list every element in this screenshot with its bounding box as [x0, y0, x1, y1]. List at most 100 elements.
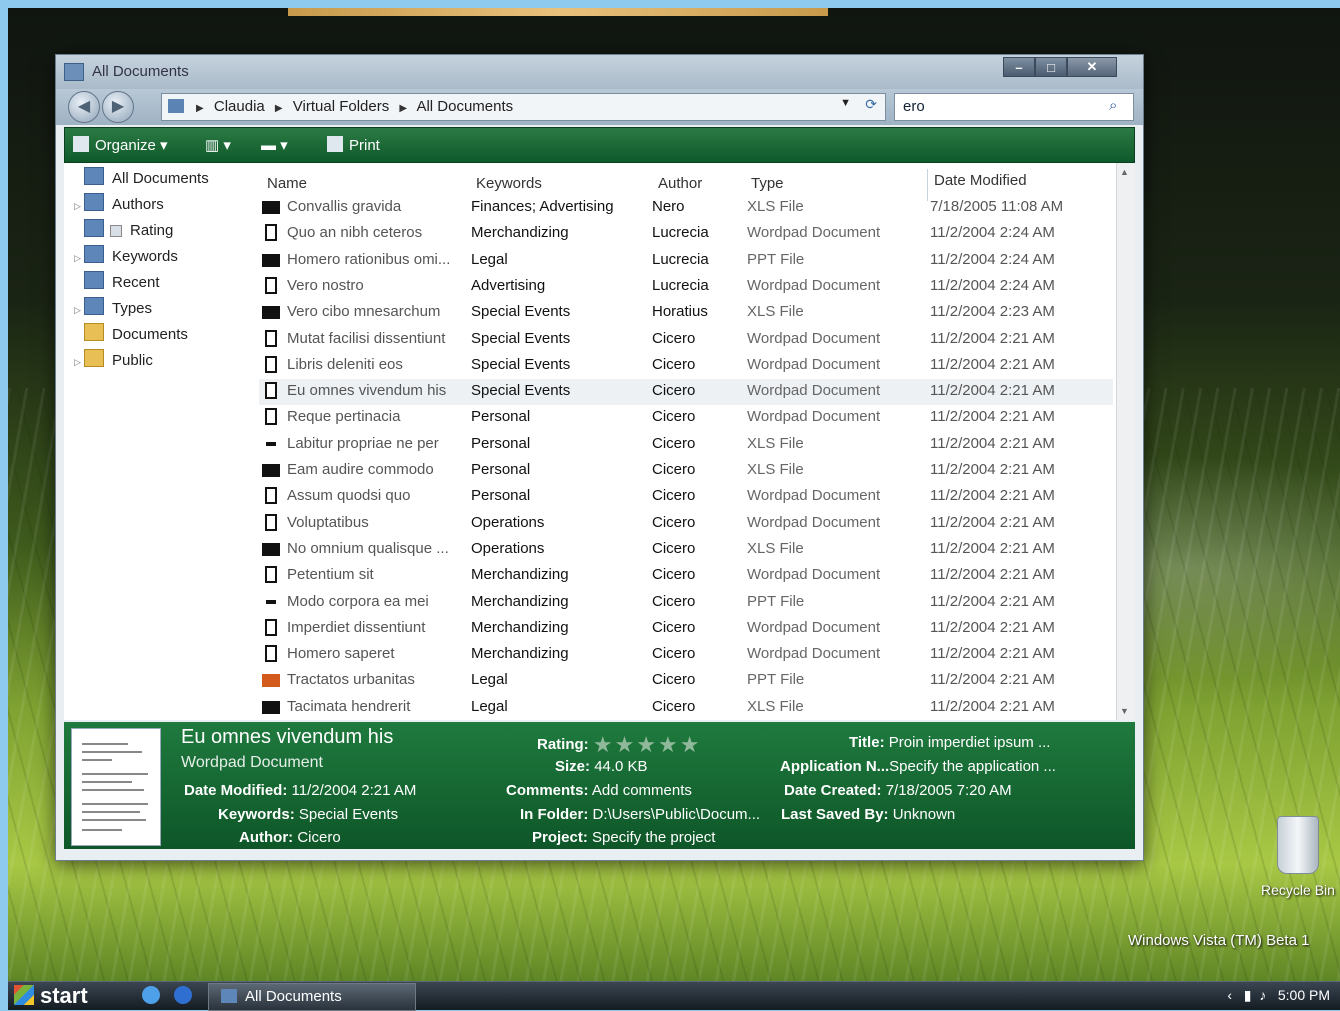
details-value[interactable]: Add comments	[592, 782, 692, 799]
details-value[interactable]: 7/18/2005 7:20 AM	[886, 782, 1012, 799]
details-label: Date Modified:	[184, 782, 288, 799]
column-header-type[interactable]: Type	[751, 175, 784, 192]
breadcrumb-item[interactable]: All Documents	[416, 98, 513, 115]
file-name: Mutat facilisi dissentiunt	[287, 329, 446, 347]
file-row[interactable]: Eam audire commodo Personal Cicero XLS File…	[259, 458, 1113, 484]
scroll-down-icon[interactable]: ▼	[1120, 706, 1129, 716]
maximize-button[interactable]: □	[1035, 57, 1067, 77]
internet-explorer-icon[interactable]	[174, 986, 192, 1004]
title-bar[interactable]: All Documents – □ ✕	[56, 55, 1143, 89]
scroll-up-icon[interactable]: ▲	[1120, 167, 1129, 177]
search-folder-icon	[84, 167, 104, 185]
details-label: Size:	[555, 758, 591, 775]
volume-icon[interactable]: ♪	[1259, 987, 1266, 1003]
nav-item-recent[interactable]: Recent	[74, 271, 160, 293]
organize-button[interactable]: Organize ▾	[73, 136, 168, 154]
details-label: Project:	[532, 829, 588, 846]
details-value[interactable]: Proin imperdiet ipsum ...	[889, 734, 1051, 751]
file-row[interactable]: Assum quodsi quo Personal Cicero Wordpad Do…	[259, 484, 1113, 510]
print-button[interactable]: Print	[327, 136, 380, 154]
file-row[interactable]: Vero cibo mnesarchum Special Events Horati…	[259, 300, 1113, 326]
nav-item-documents[interactable]: Documents	[74, 323, 188, 345]
search-icon[interactable]: ⌕	[1109, 97, 1127, 115]
search-input[interactable]	[901, 97, 1095, 116]
window-controls: – □ ✕	[1003, 57, 1133, 77]
rating-stars-icon[interactable]: ★★★★★	[593, 732, 702, 757]
file-keywords: Personal	[471, 487, 531, 505]
back-button[interactable]: ◀	[68, 91, 100, 123]
nav-item-authors[interactable]: ▷ Authors	[74, 193, 164, 215]
file-row[interactable]: Labitur propriae ne per Personal Cicero XLS…	[259, 432, 1113, 458]
file-row[interactable]: Homero saperet Merchandizing Cicero Wordpad…	[259, 642, 1113, 668]
start-button[interactable]: start	[14, 983, 88, 1009]
file-row[interactable]: Eu omnes vivendum his Special Events Cicer…	[259, 379, 1113, 406]
file-row[interactable]: Voluptatibus Operations Cicero Wordpad Docu…	[259, 511, 1113, 537]
file-row[interactable]: Convallis gravida Finances; Advertising Ne…	[259, 195, 1113, 221]
file-author: Cicero	[652, 566, 696, 584]
nav-item-label: Recent	[112, 274, 160, 291]
forward-button[interactable]: ▶	[102, 91, 134, 123]
file-name: Voluptatibus	[287, 513, 369, 531]
file-author: Cicero	[652, 618, 696, 636]
details-value[interactable]: Special Events	[299, 806, 398, 823]
file-type: PPT File	[747, 592, 805, 610]
column-header-keywords[interactable]: Keywords	[476, 175, 542, 192]
minimize-button[interactable]: –	[1003, 57, 1035, 77]
details-label: Application N...	[780, 758, 890, 775]
file-row[interactable]: Modo corpora ea mei Merchandizing Cicero PP…	[259, 590, 1113, 616]
search-folder-icon	[84, 193, 104, 211]
expand-icon[interactable]: ▷	[74, 305, 82, 316]
file-row[interactable]: No omnium qualisque ... Operations Cicero X…	[259, 537, 1113, 563]
breadcrumb-item[interactable]: Virtual Folders	[293, 98, 389, 115]
file-type: PPT File	[747, 250, 805, 268]
wordpad-document-icon	[265, 329, 277, 347]
columns-button[interactable]: ▥ ▾	[205, 136, 231, 154]
file-author: Cicero	[652, 382, 696, 400]
file-row[interactable]: Quo an nibh ceteros Merchandizing Lucrecia…	[259, 221, 1113, 247]
nav-item-types[interactable]: ▷ Types	[74, 297, 152, 319]
collapse-icon[interactable]	[110, 225, 122, 237]
chevron-down-icon[interactable]: ▼	[840, 97, 851, 109]
tray-expand-icon[interactable]: ‹	[1227, 987, 1232, 1003]
nav-item-keywords[interactable]: ▷ Keywords	[74, 245, 178, 267]
file-author: Lucrecia	[652, 224, 709, 242]
file-row[interactable]: Libris deleniti eos Special Events Cicero W…	[259, 353, 1113, 379]
file-row[interactable]: Imperdiet dissentiunt Merchandizing Cicero…	[259, 616, 1113, 642]
details-value[interactable]: Cicero	[297, 829, 340, 846]
search-box: ⌕	[894, 93, 1134, 121]
file-row[interactable]: Mutat facilisi dissentiunt Special Events…	[259, 327, 1113, 353]
file-row[interactable]: Tractatos urbanitas Legal Cicero PPT File 11…	[259, 668, 1113, 694]
expand-icon[interactable]: ▷	[74, 357, 82, 368]
file-author: Lucrecia	[652, 250, 709, 268]
file-author: Cicero	[652, 539, 696, 557]
close-button[interactable]: ✕	[1067, 57, 1117, 77]
expand-icon[interactable]: ▷	[74, 201, 82, 212]
file-row[interactable]: Reque pertinacia Personal Cicero Wordpad Do…	[259, 405, 1113, 431]
details-value[interactable]: Specify the project	[592, 829, 715, 846]
column-header-author[interactable]: Author	[658, 175, 702, 192]
views-button[interactable]: ▬ ▾	[261, 136, 288, 154]
breadcrumb-item[interactable]: Claudia	[214, 98, 265, 115]
file-row[interactable]: Petentium sit Merchandizing Cicero Wordpad …	[259, 563, 1113, 589]
clock[interactable]: 5:00 PM	[1278, 987, 1330, 1003]
refresh-icon[interactable]: ⟳	[865, 96, 877, 113]
details-value[interactable]: 11/2/2004 2:21 AM	[292, 782, 417, 799]
column-header-name[interactable]: Name	[267, 175, 307, 192]
presentation-file-icon	[262, 674, 280, 688]
nav-item-all-documents[interactable]: All Documents	[74, 167, 209, 189]
breadcrumb[interactable]: ▶ Claudia ▶ Virtual Folders ▶ All Docume…	[161, 93, 886, 121]
file-row[interactable]: Vero nostro Advertising Lucrecia Wordpad Do…	[259, 274, 1113, 300]
file-row[interactable]: Homero rationibus omi... Legal Lucrecia PPT…	[259, 248, 1113, 274]
recycle-bin[interactable]: Recycle Bin	[1255, 816, 1340, 898]
file-keywords: Legal	[471, 671, 508, 689]
nav-item-rating[interactable]: Rating	[74, 219, 173, 241]
nav-item-label: Keywords	[112, 248, 178, 265]
taskbar-window-button[interactable]: All Documents	[208, 983, 416, 1011]
vertical-scrollbar[interactable]: ▲ ▼	[1116, 163, 1135, 720]
show-desktop-icon[interactable]	[142, 986, 160, 1004]
network-icon[interactable]: ▮	[1244, 987, 1252, 1003]
expand-icon[interactable]: ▷	[74, 253, 82, 264]
nav-item-public[interactable]: ▷ Public	[74, 349, 153, 371]
details-value[interactable]: Specify the application ...	[889, 758, 1056, 775]
file-row[interactable]: Tacimata hendrerit Legal Cicero XLS File 11/…	[259, 695, 1113, 721]
